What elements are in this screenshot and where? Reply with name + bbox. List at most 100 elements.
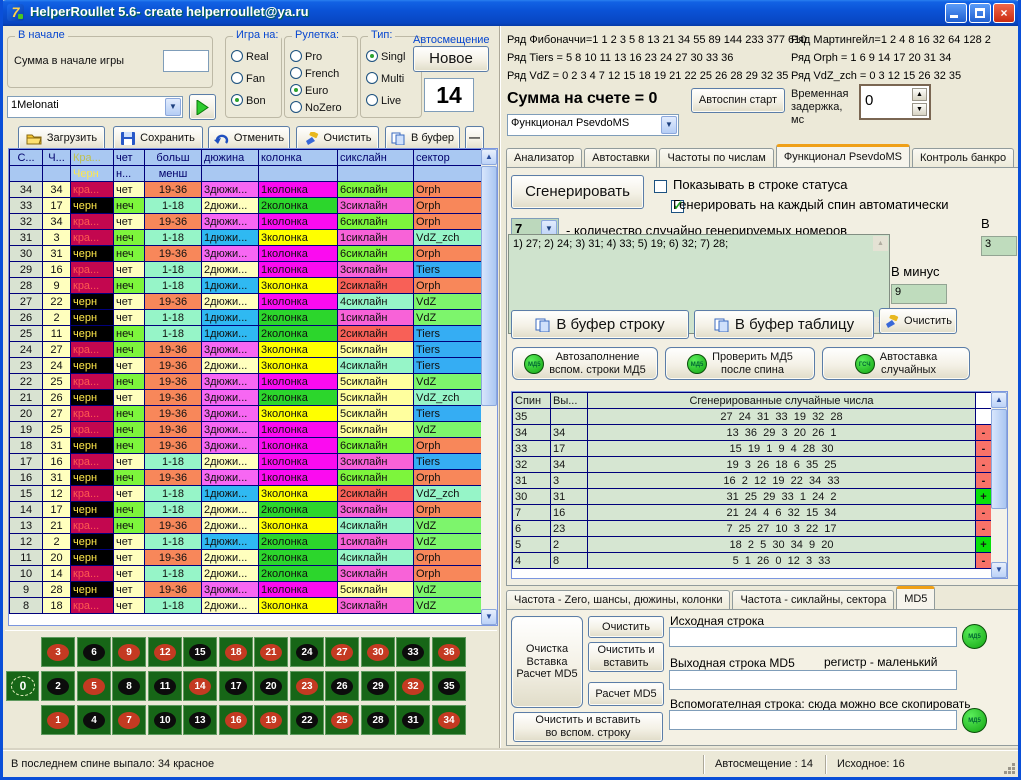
radio-french[interactable]: French	[290, 64, 339, 82]
roulette-cell-12[interactable]: 12	[148, 637, 182, 667]
roulette-cell-27[interactable]: 27	[325, 637, 359, 667]
roulette-cell-20[interactable]: 20	[254, 671, 288, 701]
scroll-thumb[interactable]	[481, 166, 497, 406]
close-icon[interactable]: ×	[993, 3, 1015, 23]
roulette-cell-1[interactable]: 1	[41, 705, 75, 735]
roulette-cell-17[interactable]: 17	[219, 671, 253, 701]
roulette-cell-34[interactable]: 34	[432, 705, 466, 735]
radio-live[interactable]: Live	[366, 91, 401, 109]
tab-контроль-банкро[interactable]: Контроль банкро	[912, 148, 1014, 168]
roulette-cell-7[interactable]: 7	[112, 705, 146, 735]
radio-real[interactable]: Real	[231, 47, 269, 65]
scroll-up-icon[interactable]: ▲	[481, 149, 497, 165]
roulette-cell-21[interactable]: 21	[254, 637, 288, 667]
roulette-cell-36[interactable]: 36	[432, 637, 466, 667]
roulette-cell-30[interactable]: 30	[361, 637, 395, 667]
roulette-cell-28[interactable]: 28	[361, 705, 395, 735]
roulette-cell-0[interactable]: 0	[6, 671, 39, 701]
new-offset-button[interactable]: Новое	[413, 46, 489, 72]
radio-fan[interactable]: Fan	[231, 69, 265, 87]
md5-clear-button[interactable]: Очистить	[588, 616, 664, 638]
copy-row-button[interactable]: В буфер строку	[511, 310, 689, 339]
roulette-cell-3[interactable]: 3	[41, 637, 75, 667]
mode-combo[interactable]: Функционал PsevdoMS ▼	[507, 114, 679, 136]
roulette-cell-19[interactable]: 19	[254, 705, 288, 735]
history-scrollbar[interactable]: ▲ ▼	[481, 149, 497, 625]
maximize-icon[interactable]	[969, 3, 991, 23]
generate-button[interactable]: Сгенерировать	[511, 175, 644, 209]
spinner-down-icon[interactable]: ▼	[912, 103, 927, 116]
roulette-cell-23[interactable]: 23	[290, 671, 324, 701]
roulette-cell-26[interactable]: 26	[325, 671, 359, 701]
roulette-cell-35[interactable]: 35	[432, 671, 466, 701]
md5-helper-input[interactable]	[669, 710, 957, 730]
roulette-cell-29[interactable]: 29	[361, 671, 395, 701]
roulette-cell-6[interactable]: 6	[77, 637, 111, 667]
chevron-down-icon[interactable]: ▼	[661, 116, 677, 134]
md5-clear-paste-helper-button[interactable]: Очистить и вставить во вспом. строку	[513, 712, 663, 742]
spin-table-scrollbar[interactable]: ▲ ▼	[991, 392, 1007, 578]
start-sum-input[interactable]	[163, 50, 209, 72]
tab-частота-zero-шансы-дюжины-колонки[interactable]: Частота - Zero, шансы, дюжины, колонки	[506, 590, 730, 610]
spinner-up-icon[interactable]: ▲	[912, 88, 927, 101]
roulette-cell-5[interactable]: 5	[77, 671, 111, 701]
tab-частоты-по-числам[interactable]: Частоты по числам	[659, 148, 773, 168]
roulette-cell-11[interactable]: 11	[148, 671, 182, 701]
autospin-start-button[interactable]: Автоспин старт	[691, 88, 785, 113]
roulette-cell-4[interactable]: 4	[77, 705, 111, 735]
roulette-cell-10[interactable]: 10	[148, 705, 182, 735]
md5-calc-button[interactable]: Расчет MD5	[588, 682, 664, 706]
roulette-cell-13[interactable]: 13	[183, 705, 217, 735]
radio-pro[interactable]: Pro	[290, 47, 322, 65]
md5-source-input[interactable]	[669, 627, 957, 647]
md5-clear-paste-calc-button[interactable]: Очистка Вставка Расчет MD5	[511, 616, 583, 708]
radio-multi[interactable]: Multi	[366, 69, 404, 87]
scroll-thumb[interactable]	[991, 409, 1007, 509]
md5-helper-button-3[interactable]: ГСЧАвтоставка случайных	[822, 347, 970, 380]
scroll-down-icon[interactable]: ▼	[991, 562, 1007, 578]
radio-nozero[interactable]: NoZero	[290, 98, 342, 116]
md5-helper-button-1[interactable]: МД5Автозаполнение вспом. строки МД5	[512, 347, 658, 380]
md5-helper-icon[interactable]: МД5	[962, 708, 987, 733]
scroll-up-icon[interactable]: ▲	[991, 392, 1007, 408]
cell: Tiers	[414, 358, 483, 374]
cell: 5сиклайн	[338, 342, 414, 358]
roulette-cell-14[interactable]: 14	[183, 671, 217, 701]
cell: 3колонка	[259, 598, 338, 614]
roulette-cell-31[interactable]: 31	[396, 705, 430, 735]
minimize-icon[interactable]	[945, 3, 967, 23]
roulette-cell-25[interactable]: 25	[325, 705, 359, 735]
md5-helper-button-2[interactable]: МД5Проверить МД5 после спина	[665, 347, 815, 380]
radio-singl[interactable]: Singl	[366, 47, 405, 65]
scroll-down-icon[interactable]: ▼	[481, 609, 497, 625]
tab-частота-сиклайны-сектора[interactable]: Частота - сиклайны, сектора	[732, 590, 894, 610]
roulette-cell-22[interactable]: 22	[290, 705, 324, 735]
tab-анализатор[interactable]: Анализатор	[506, 148, 582, 168]
tab-автоставки[interactable]: Автоставки	[584, 148, 657, 168]
roulette-cell-16[interactable]: 16	[219, 705, 253, 735]
roulette-cell-24[interactable]: 24	[290, 637, 324, 667]
profile-combo[interactable]: 1Melonati ▼	[7, 96, 183, 118]
chevron-down-icon[interactable]: ▼	[165, 98, 181, 116]
roulette-cell-33[interactable]: 33	[396, 637, 430, 667]
radio-bon[interactable]: Bon	[231, 91, 266, 109]
roulette-cell-15[interactable]: 15	[183, 637, 217, 667]
md5-clear-paste-button[interactable]: Очистить и вставить	[588, 642, 664, 672]
tab-функционал-psevdoms[interactable]: Функционал PsevdoMS	[776, 144, 910, 168]
scroll-up-icon[interactable]: ▲	[873, 236, 888, 251]
roulette-cell-9[interactable]: 9	[112, 637, 146, 667]
roulette-cell-8[interactable]: 8	[112, 671, 146, 701]
roulette-cell-2[interactable]: 2	[41, 671, 75, 701]
delay-spinner[interactable]: 0 ▲ ▼	[859, 84, 931, 120]
play-button[interactable]	[189, 94, 216, 120]
md5-output-input[interactable]	[669, 670, 957, 690]
md5-calc-icon[interactable]: МД5	[962, 624, 987, 649]
show-status-checkbox[interactable]: ✓	[654, 180, 667, 193]
roulette-cell-18[interactable]: 18	[219, 637, 253, 667]
clear-generated-button[interactable]: Очистить	[879, 308, 957, 334]
roulette-cell-32[interactable]: 32	[396, 671, 430, 701]
radio-euro[interactable]: Euro	[290, 81, 328, 99]
copy-table-button[interactable]: В буфер таблицу	[694, 310, 874, 339]
tab-md5[interactable]: MD5	[896, 586, 935, 610]
resize-grip[interactable]	[1003, 762, 1016, 775]
